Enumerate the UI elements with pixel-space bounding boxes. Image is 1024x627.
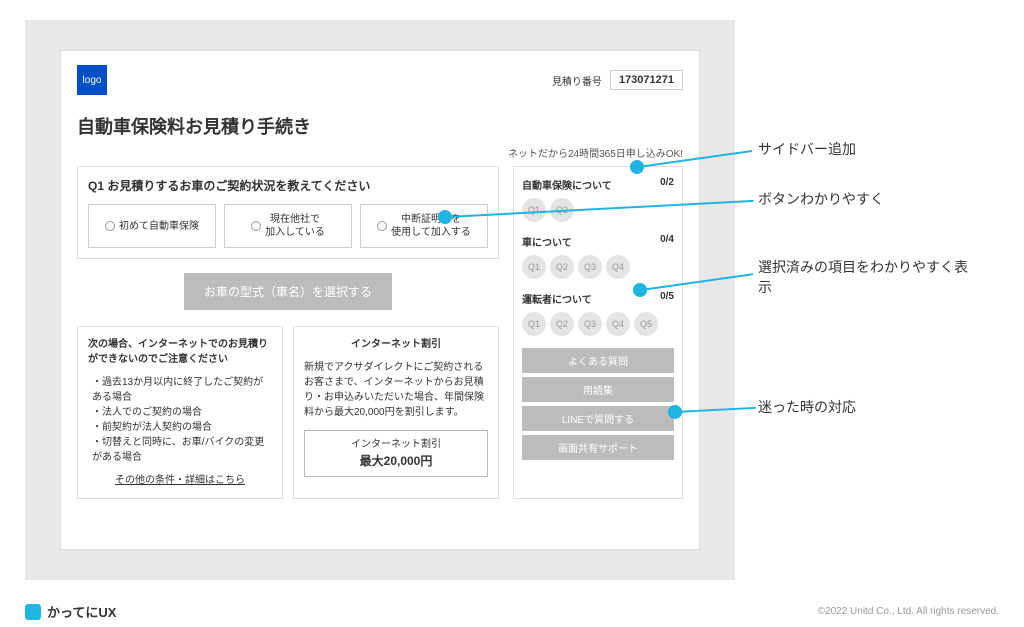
q1-title: Q1 お見積りするお車のご契約状況を教えてください <box>88 177 488 194</box>
radio-icon <box>251 221 261 231</box>
radio-icon <box>105 221 115 231</box>
sidebar-line-button[interactable]: LINEで質問する <box>522 406 674 431</box>
discount-amount-box: インターネット割引 最大20,000円 <box>304 430 488 477</box>
sidebar-faq-button[interactable]: よくある質問 <box>522 348 674 373</box>
discount-box-value: 最大20,000円 <box>311 452 481 470</box>
progress-chip[interactable]: Q4 <box>606 312 630 336</box>
quote-label: 見積り番号 <box>552 73 602 88</box>
brand-logo-icon <box>25 604 41 620</box>
q1-option-other-company[interactable]: 現在他社で 加入している <box>224 204 352 248</box>
select-car-model-button[interactable]: お車の型式（車名）を選択する <box>184 273 392 310</box>
warning-box: 次の場合、インターネットでのお見積りができないのでご注意ください 過去13か月以… <box>77 326 283 499</box>
annotation-help-when-lost: 迷った時の対応 <box>758 398 856 418</box>
brand-footer: かってにUX <box>25 602 116 621</box>
warning-item: 法人でのご契約の場合 <box>92 405 272 420</box>
logo: logo <box>77 65 107 95</box>
progress-chip[interactable]: Q4 <box>606 255 630 279</box>
copyright: ©2022 Unitd Co., Ltd. All rights reserve… <box>818 606 999 617</box>
sidebar-section-title: 運転者について <box>522 291 592 306</box>
sidebar-section-progress: 0/5 <box>660 291 674 306</box>
progress-chip[interactable]: Q1 <box>522 255 546 279</box>
sidebar-section-insurance: 自動車保険について0/2 Q1 Q2 <box>522 177 674 222</box>
net-ok-caption: ネットだから24時間365日申し込みOK! <box>77 145 683 160</box>
app-window: logo 見積り番号 173071271 自動車保険料お見積り手続き ネットだか… <box>60 50 700 550</box>
q1-option-first-time[interactable]: 初めて自動車保険 <box>88 204 216 248</box>
progress-chip[interactable]: Q2 <box>550 312 574 336</box>
q1-option-0-label: 初めて自動車保険 <box>119 220 199 233</box>
quote-number-value: 173071271 <box>610 70 683 90</box>
warning-details-link[interactable]: その他の条件・詳細はこちら <box>88 473 272 488</box>
discount-body: 新規でアクサダイレクトにご契約されるお客さまで、インターネットからお見積り・お申… <box>304 360 488 420</box>
page-title: 自動車保険料お見積り手続き <box>77 113 683 139</box>
discount-box: インターネット割引 新規でアクサダイレクトにご契約されるお客さまで、インターネッ… <box>293 326 499 499</box>
warning-item: 切替えと同時に、お車/バイクの変更がある場合 <box>92 435 272 465</box>
discount-box-label: インターネット割引 <box>311 437 481 452</box>
q1-option-1-label: 現在他社で 加入している <box>265 213 325 239</box>
quote-number-block: 見積り番号 173071271 <box>552 70 683 90</box>
sidebar-section-driver: 運転者について 0/5 Q1 Q2 Q3 Q4 Q5 <box>522 291 674 336</box>
sidebar-section-title: 自動車保険について <box>522 177 612 192</box>
warning-item: 前契約が法人契約の場合 <box>92 420 272 435</box>
discount-title: インターネット割引 <box>304 337 488 352</box>
progress-chip[interactable]: Q3 <box>578 255 602 279</box>
progress-chip[interactable]: Q5 <box>634 312 658 336</box>
sidebar-glossary-button[interactable]: 用語集 <box>522 377 674 402</box>
sidebar-section-progress: 0/2 <box>660 177 674 192</box>
radio-icon <box>377 221 387 231</box>
question-q1-card: Q1 お見積りするお車のご契約状況を教えてください 初めて自動車保険 現在他社で… <box>77 166 499 259</box>
sidebar-section-progress: 0/4 <box>660 234 674 249</box>
warning-title: 次の場合、インターネットでのお見積りができないのでご注意ください <box>88 337 272 367</box>
annotation-sidebar-add: サイドバー追加 <box>758 140 856 160</box>
sidebar-section-title: 車について <box>522 234 572 249</box>
annotation-button-clear: ボタンわかりやすく <box>758 190 884 210</box>
warning-item: 過去13か月以内に終了したご契約がある場合 <box>92 375 272 405</box>
progress-chip[interactable]: Q3 <box>578 312 602 336</box>
sidebar: 自動車保険について 0/2 Q1 Q2 車について 0/4 Q1 Q2 Q3 Q4 <box>513 166 683 499</box>
sidebar-section-car: 車について 0/4 Q1 Q2 Q3 Q4 <box>522 234 674 279</box>
progress-chip[interactable]: Q1 <box>522 312 546 336</box>
progress-chip[interactable]: Q2 <box>550 255 574 279</box>
q1-option-suspension-cert[interactable]: 中断証明書を 使用して加入する <box>360 204 488 248</box>
sidebar-screenshare-button[interactable]: 画面共有サポート <box>522 435 674 460</box>
brand-name: かってにUX <box>47 602 116 621</box>
annotation-selected-clear: 選択済みの項目をわかりやすく表示 <box>758 258 968 297</box>
